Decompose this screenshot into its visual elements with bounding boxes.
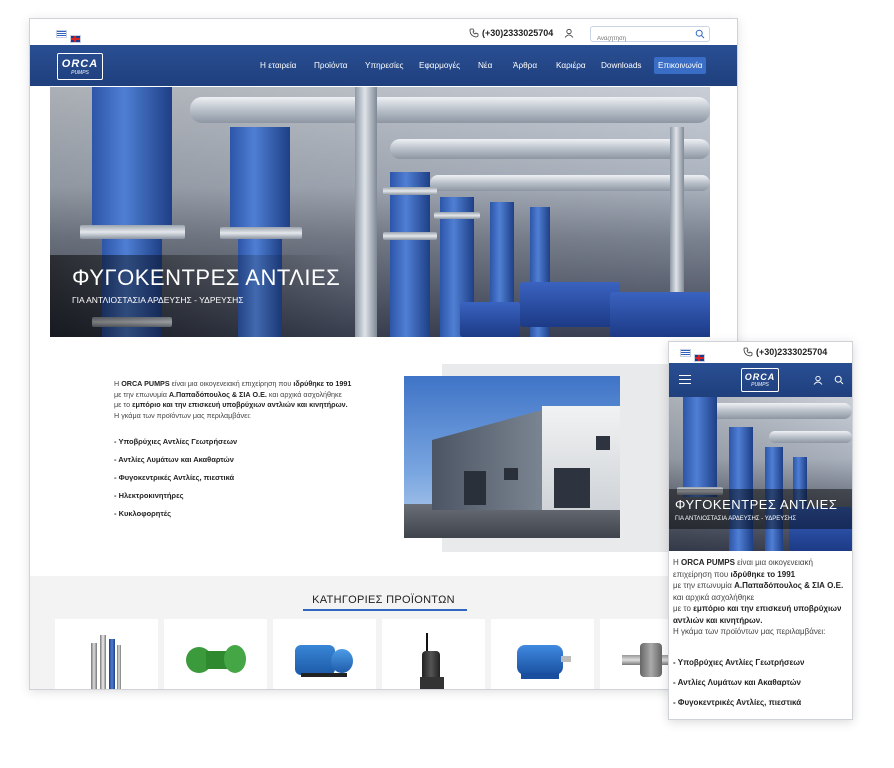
search-box[interactable] — [590, 26, 710, 46]
submersible-pump-image — [91, 635, 121, 689]
founded-year: ιδρύθηκε το 1991 — [730, 569, 796, 579]
phone-icon — [469, 28, 479, 38]
logo-subtext: PUMPS — [71, 70, 89, 76]
hero-title: ΦΥΓΟΚΕΝΤΡΕΣ ΑΝΤΛΙΕΣ — [72, 265, 341, 290]
nav-company[interactable]: Η εταιρεία — [260, 61, 296, 70]
top-bar: (+30)2333025704 — [30, 19, 737, 46]
nav-services[interactable]: Υπηρεσίες — [365, 61, 403, 70]
desktop-screenshot: (+30)2333025704 ORCA PUMPS Η εταιρεία Πρ… — [29, 18, 738, 690]
product-list-item[interactable]: - Κυκλοφορητές — [114, 509, 171, 518]
orca-logo[interactable]: ORCA PUMPS — [741, 368, 779, 392]
sewage-pump-image — [186, 641, 246, 681]
greek-flag-icon[interactable] — [56, 30, 67, 38]
hero-banner: ΦΥΓΟΚΕΝΤΡΕΣ ΑΝΤΛΙΕΣ ΓΙΑ ΑΝΤΛΙΟΣΤΑΣΙΑ ΑΡΔ… — [50, 87, 710, 337]
company-name: ORCA PUMPS — [121, 379, 170, 388]
product-list-item[interactable]: - Αντλίες Λυμάτων και Ακαθαρτών — [673, 678, 801, 687]
english-flag-icon[interactable] — [694, 353, 705, 362]
nav-contact[interactable]: Επικοινωνία — [654, 57, 707, 74]
logo-text: ORCA — [61, 58, 99, 70]
trade-description: εμπόριο και την επισκευή υποβρύχιων αντλ… — [132, 400, 348, 409]
category-card[interactable] — [55, 619, 158, 689]
category-card[interactable] — [491, 619, 594, 689]
product-list-item[interactable]: - Φυγοκεντρικές Αντλίες, πιεστικά — [114, 473, 234, 482]
electric-motor-image — [513, 641, 571, 681]
product-list-item[interactable]: - Ηλεκτροκινητήρες — [114, 491, 184, 500]
nav-applications[interactable]: Εφαρμογές — [419, 61, 460, 70]
mobile-nav: ORCA PUMPS — [669, 363, 852, 397]
mobile-about-text: Η ORCA PUMPS είναι μια οικογενειακή επιχ… — [673, 558, 844, 636]
search-icon[interactable] — [695, 29, 705, 39]
nav-news[interactable]: Νέα — [478, 61, 492, 70]
legal-name: Α.Παπαδόπουλος & ΣΙΑ Ο.Ε. — [734, 581, 844, 590]
phone-icon — [743, 347, 753, 357]
category-card[interactable] — [273, 619, 376, 689]
user-icon[interactable] — [813, 375, 823, 385]
product-list-item[interactable]: - Φυγοκεντρικές Αντλίες, πιεστικά — [673, 698, 801, 707]
hero-title: ΦΥΓΟΚΕΝΤΡΕΣ ΑΝΤΛΙΕΣ — [675, 497, 838, 512]
product-list-item[interactable]: - Υποβρύχιες Αντλίες Γεωτρήσεων — [673, 658, 804, 667]
phone-number[interactable]: (+30)2333025704 — [756, 347, 827, 357]
category-card[interactable] — [164, 619, 267, 689]
main-nav: ORCA PUMPS Η εταιρεία Προϊόντα Υπηρεσίες… — [30, 45, 737, 86]
nav-careers[interactable]: Καριέρα — [556, 61, 586, 70]
company-building-photo — [404, 376, 620, 538]
founded-year: ιδρύθηκε το 1991 — [293, 379, 352, 388]
product-list-item[interactable]: - Υποβρύχιες Αντλίες Γεωτρήσεων — [114, 437, 237, 446]
category-card[interactable] — [382, 619, 485, 689]
hero-subtitle: ΓΙΑ ΑΝΤΛΙΟΣΤΑΣΙΑ ΑΡΔΕΥΣΗΣ - ΥΔΡΕΥΣΗΣ — [72, 295, 244, 305]
hamburger-menu-icon[interactable] — [679, 375, 691, 385]
search-icon[interactable] — [834, 375, 844, 385]
company-name: ORCA PUMPS — [681, 558, 735, 567]
logo-text: ORCA — [744, 372, 776, 382]
categories-title: ΚΑΤΗΓΟΡΙΕΣ ΠΡΟΪΟΝΤΩΝ — [312, 594, 455, 606]
grinder-pump-image — [420, 633, 446, 689]
nav-products[interactable]: Προϊόντα — [314, 61, 347, 70]
mobile-screenshot: (+30)2333025704 ORCA PUMPS ΦΥΓΟΚΕΝΤΡΕΣ Α… — [668, 341, 853, 720]
centrifugal-pump-image — [295, 641, 353, 681]
english-flag-icon[interactable] — [70, 34, 81, 43]
nav-articles[interactable]: Άρθρα — [513, 61, 537, 70]
greek-flag-icon[interactable] — [680, 349, 691, 357]
hero-subtitle: ΓΙΑ ΑΝΤΛΙΟΣΤΑΣΙΑ ΑΡΔΕΥΣΗΣ - ΥΔΡΕΥΣΗΣ — [675, 516, 797, 522]
legal-name: Α.Παπαδόπουλος & ΣΙΑ Ο.Ε. — [168, 389, 267, 399]
search-input[interactable] — [591, 32, 693, 46]
phone-number[interactable]: (+30)2333025704 — [482, 28, 553, 38]
user-icon[interactable] — [564, 28, 574, 38]
mobile-hero-banner: ΦΥΓΟΚΕΝΤΡΕΣ ΑΝΤΛΙΕΣ ΓΙΑ ΑΝΤΛΙΟΣΤΑΣΙΑ ΑΡΔ… — [669, 397, 852, 551]
orca-logo[interactable]: ORCA PUMPS — [57, 53, 103, 80]
about-text: Η ORCA PUMPS είναι μια οικογενειακή επιχ… — [114, 379, 352, 420]
logo-subtext: PUMPS — [751, 382, 769, 388]
categories-section: ΚΑΤΗΓΟΡΙΕΣ ΠΡΟΪΟΝΤΩΝ — [30, 576, 737, 689]
trade-description: εμπόριο και την επισκευή υποβρύχιων αντλ… — [673, 604, 842, 625]
product-list-item[interactable]: - Αντλίες Λυμάτων και Ακαθαρτών — [114, 455, 234, 464]
nav-downloads[interactable]: Downloads — [601, 61, 642, 70]
